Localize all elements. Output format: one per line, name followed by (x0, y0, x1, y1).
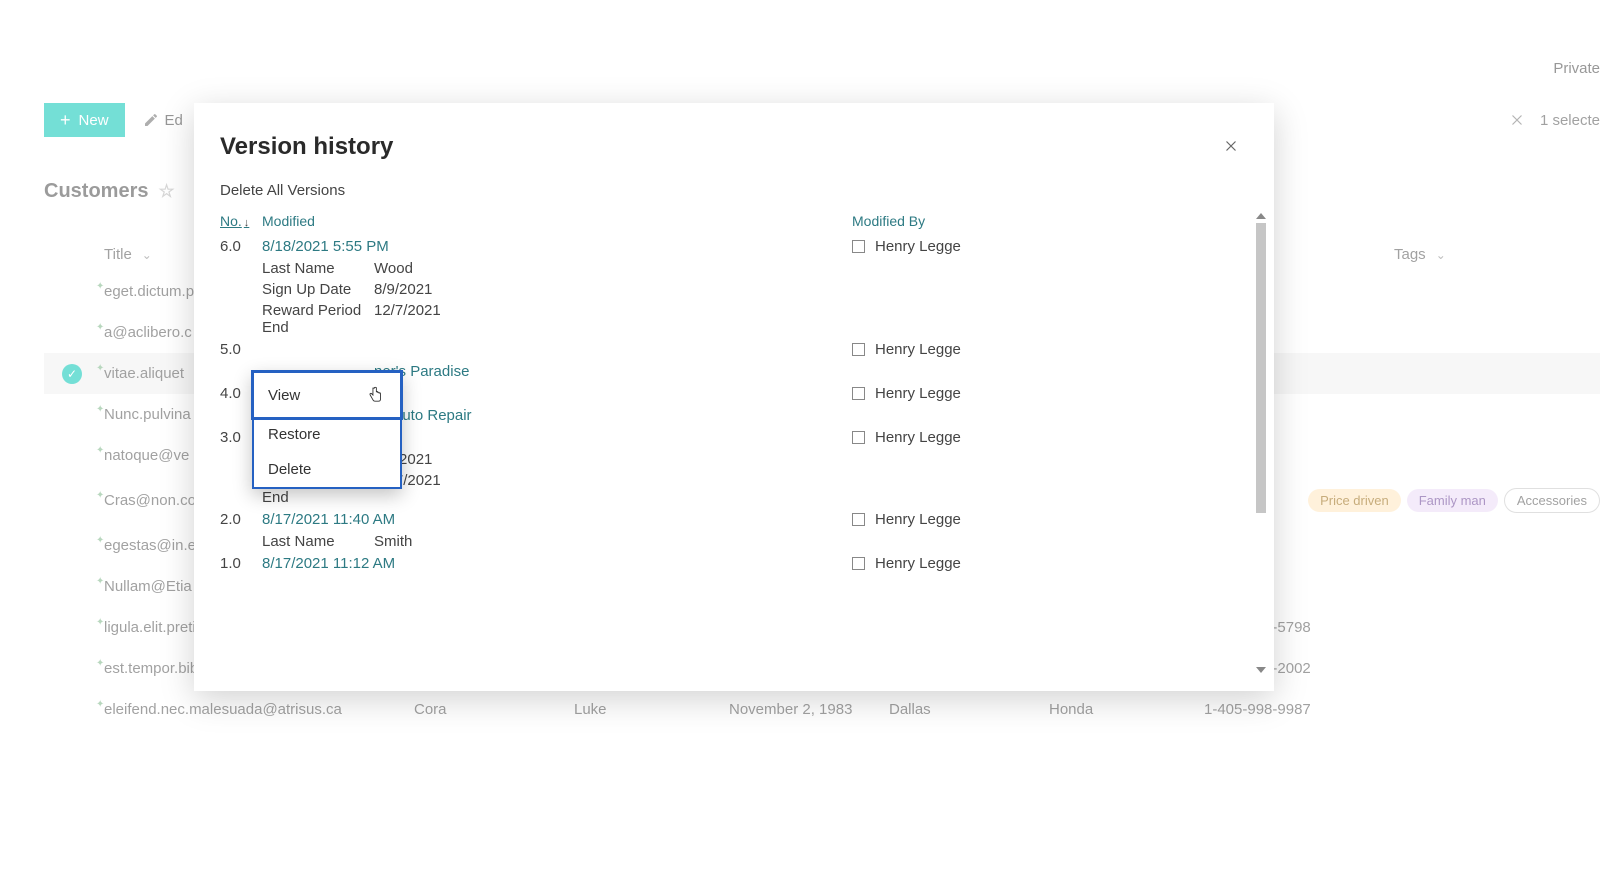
col-modified-by[interactable]: Modified By (852, 213, 1248, 229)
detail-label: Reward Period End (262, 302, 374, 336)
version-row: 6.08/18/2021 5:55 PM Henry Legge (220, 235, 1248, 258)
col-no[interactable]: No.↓ (220, 213, 262, 229)
detail-value: 8/9/2021 (374, 281, 432, 298)
version-number: 2.0 (220, 511, 262, 528)
scrollbar[interactable] (1254, 213, 1268, 673)
delete-all-versions-link[interactable]: Delete All Versions (194, 174, 1274, 213)
detail-label: Sign Up Date (262, 281, 374, 298)
detail-value: Wood (374, 260, 413, 277)
scroll-down-icon[interactable] (1256, 667, 1266, 673)
close-dialog-button[interactable] (1218, 133, 1244, 164)
version-number: 6.0 (220, 238, 262, 255)
presence-icon (852, 431, 865, 444)
version-modified-by: Henry Legge (852, 238, 1248, 255)
dialog-title: Version history (220, 133, 393, 161)
version-date: 8/17/2021 11:40 AM (262, 511, 852, 528)
version-row: 5.0 Henry Legge (220, 338, 1248, 361)
close-icon (1222, 137, 1240, 155)
version-modified-by: Henry Legge (852, 385, 1248, 402)
presence-icon (852, 387, 865, 400)
detail-label: Last Name (262, 533, 374, 550)
pointer-cursor-icon (364, 382, 386, 408)
version-detail: Reward Period End12/7/2021 (220, 300, 1248, 338)
version-date-link[interactable]: 8/18/2021 5:55 PM (262, 238, 389, 255)
version-number: 1.0 (220, 555, 262, 572)
context-delete[interactable]: Delete (254, 452, 400, 487)
version-detail: Last NameSmith (220, 531, 1248, 552)
version-modified-by: Henry Legge (852, 341, 1248, 358)
version-date-link[interactable]: 8/17/2021 11:12 AM (262, 555, 395, 572)
presence-icon (852, 557, 865, 570)
version-detail: Last NameWood (220, 258, 1248, 279)
presence-icon (852, 240, 865, 253)
version-modified-by: Henry Legge (852, 555, 1248, 572)
presence-icon (852, 343, 865, 356)
detail-value: 12/7/2021 (374, 302, 441, 336)
version-number: 5.0 (220, 341, 262, 358)
detail-label: Last Name (262, 260, 374, 277)
version-date: 8/18/2021 5:55 PM (262, 238, 852, 255)
version-date-link[interactable]: 8/17/2021 11:40 AM (262, 511, 395, 528)
version-row: 2.08/17/2021 11:40 AM Henry Legge (220, 508, 1248, 531)
version-context-menu: View Restore Delete (252, 371, 402, 489)
sort-desc-icon: ↓ (244, 217, 250, 229)
scroll-up-icon[interactable] (1256, 213, 1266, 219)
scroll-thumb[interactable] (1256, 223, 1266, 513)
version-modified-by: Henry Legge (852, 511, 1248, 528)
version-detail: Sign Up Date8/9/2021 (220, 279, 1248, 300)
detail-value: Smith (374, 533, 412, 550)
presence-icon (852, 513, 865, 526)
vh-header: No.↓ Modified Modified By (220, 213, 1248, 235)
col-modified[interactable]: Modified (262, 213, 852, 229)
version-row: 1.08/17/2021 11:12 AM Henry Legge (220, 552, 1248, 575)
context-view[interactable]: View (251, 370, 403, 420)
version-history-dialog: Version history Delete All Versions No.↓… (194, 103, 1274, 691)
version-modified-by: Henry Legge (852, 429, 1248, 446)
version-date: 8/17/2021 11:12 AM (262, 555, 852, 572)
context-restore[interactable]: Restore (254, 417, 400, 452)
